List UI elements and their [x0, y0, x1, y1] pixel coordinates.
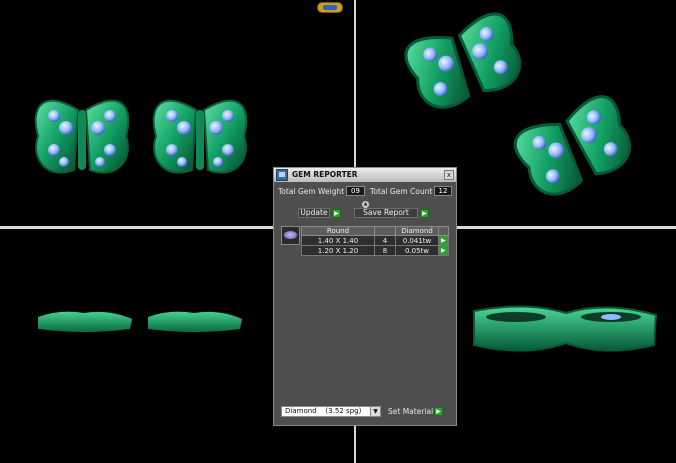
gem-table: Round Diamond 1.40 X 1.40 4 0.041tw ▶ 1.…	[301, 226, 449, 256]
app-icon	[276, 169, 288, 181]
update-button[interactable]: Update	[298, 208, 330, 218]
save-report-go-icon[interactable]: ▶	[420, 209, 429, 218]
gem-count-cell: 8	[374, 245, 396, 256]
row-select-icon[interactable]: ▶	[438, 245, 449, 256]
gem-reporter-panel: GEM REPORTER x Total Gem Weight 09 Total…	[273, 167, 457, 426]
set-material-button[interactable]: Set Material	[388, 407, 433, 416]
collapse-toggle-icon[interactable]: ▲	[362, 201, 369, 208]
gem-weight-cell: 0.041tw	[395, 235, 439, 246]
table-row[interactable]: 1.40 X 1.40 4 0.041tw ▶	[301, 235, 449, 246]
gem-reporter-titlebar[interactable]: GEM REPORTER x	[274, 168, 456, 182]
gem-table-header: Round Diamond	[301, 226, 449, 236]
total-gem-count-label: Total Gem Count	[370, 187, 433, 196]
set-material-go-icon[interactable]: ▶	[434, 407, 443, 416]
update-go-icon[interactable]: ▶	[332, 209, 341, 218]
column-header-count	[374, 226, 396, 236]
material-select-value: Diamond (3.52 spg)	[285, 407, 362, 415]
gem-weight-cell: 0.05tw	[395, 245, 439, 256]
gem-count-cell: 4	[374, 235, 396, 246]
panel-title: GEM REPORTER	[292, 170, 358, 179]
save-report-button[interactable]: Save Report	[354, 208, 418, 218]
view-cube-icon[interactable]	[317, 2, 343, 13]
column-header-action	[438, 226, 449, 236]
total-gem-weight-label: Total Gem Weight	[278, 187, 345, 196]
close-button[interactable]: x	[444, 170, 454, 180]
total-gem-weight-field: 09	[346, 186, 365, 196]
total-gem-count-field: 12	[434, 186, 452, 196]
material-select[interactable]: Diamond (3.52 spg) ▼	[281, 406, 381, 417]
round-gem-icon	[281, 226, 300, 245]
gem-size-cell: 1.40 X 1.40	[301, 235, 375, 246]
table-row[interactable]: 1.20 X 1.20 8 0.05tw ▶	[301, 245, 449, 256]
gem-size-cell: 1.20 X 1.20	[301, 245, 375, 256]
column-header-shape: Round	[301, 226, 375, 236]
chevron-down-icon[interactable]: ▼	[370, 407, 380, 416]
column-header-material: Diamond	[395, 226, 439, 236]
row-select-icon[interactable]: ▶	[438, 235, 449, 246]
